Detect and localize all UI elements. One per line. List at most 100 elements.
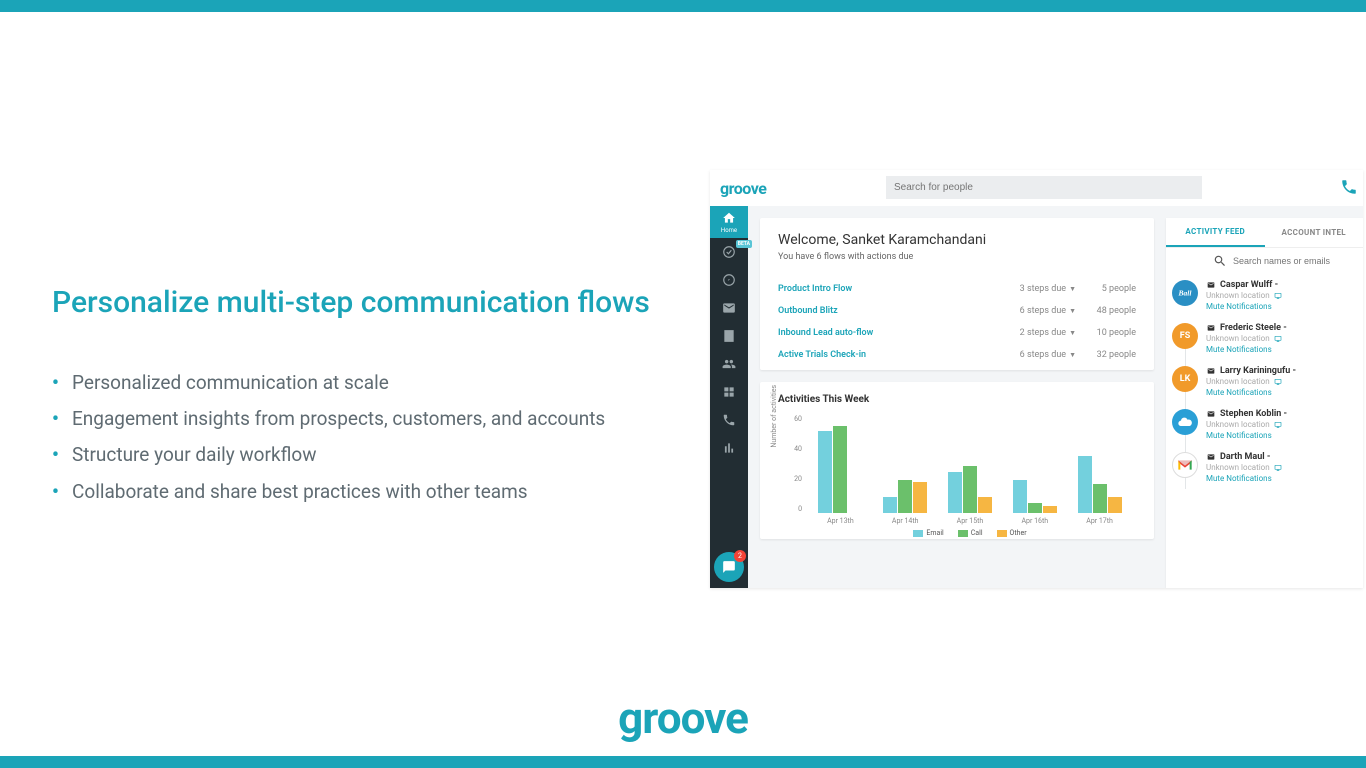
sidebar-item-accounts[interactable] [710, 322, 748, 350]
phone-icon[interactable] [1340, 178, 1358, 196]
flows-icon [722, 245, 736, 259]
legend-swatch [997, 530, 1007, 537]
feed-search-input[interactable] [1233, 256, 1353, 266]
sidebar-item-dialer[interactable] [710, 406, 748, 434]
legend-swatch [958, 530, 968, 537]
chat-button[interactable]: 2 [714, 552, 744, 582]
bar-email [818, 431, 832, 513]
flow-steps-dropdown[interactable]: 6 steps due▼ [996, 350, 1076, 360]
app-sidebar: Home BETA 2 [710, 206, 748, 588]
beta-badge: BETA [736, 240, 752, 248]
bar-email [1078, 456, 1092, 513]
slide-bottom-bar [0, 756, 1366, 768]
bar-group [945, 466, 995, 513]
tab-activity-feed[interactable]: ACTIVITY FEED [1166, 218, 1265, 247]
chart-xlabel: Apr 15th [957, 517, 984, 525]
sidebar-item-home[interactable]: Home [710, 206, 748, 238]
legend-item[interactable]: Email [913, 529, 943, 537]
flow-name[interactable]: Active Trials Check-in [778, 350, 996, 360]
sidebar-item-people[interactable] [710, 350, 748, 378]
flow-name[interactable]: Outbound Blitz [778, 306, 996, 316]
legend-swatch [913, 530, 923, 537]
feed-item[interactable]: Stephen Koblin -Unknown location Mute Not… [1166, 403, 1363, 446]
feed-name: Stephen Koblin - [1220, 409, 1287, 419]
flow-name[interactable]: Product Intro Flow [778, 284, 996, 294]
flow-steps-dropdown[interactable]: 6 steps due▼ [996, 306, 1076, 316]
avatar: FS [1172, 323, 1198, 349]
bar-group [1075, 456, 1125, 513]
slide-bullet: Collaborate and share best practices wit… [52, 475, 692, 509]
bar-other [1043, 506, 1057, 513]
bar-email [948, 472, 962, 513]
email-icon [1206, 281, 1216, 289]
feed-item[interactable]: FSFrederic Steele -Unknown locationMute … [1166, 317, 1363, 360]
legend-item[interactable]: Other [997, 529, 1027, 537]
mute-notifications-link[interactable]: Mute Notifications [1206, 388, 1355, 397]
email-icon [1206, 410, 1216, 418]
mute-notifications-link[interactable]: Mute Notifications [1206, 302, 1355, 311]
tabs: ACTIVITY FEED ACCOUNT INTEL [1166, 218, 1363, 248]
email-icon [1206, 367, 1216, 375]
activities-card: Activities This Week Number of activitie… [760, 382, 1154, 539]
feed-body: Stephen Koblin -Unknown location Mute Not… [1206, 409, 1355, 440]
feed-item[interactable]: Ball Caspar Wulff -Unknown locationMute N… [1166, 274, 1363, 317]
avatar [1172, 452, 1198, 478]
monitor-icon [1273, 335, 1283, 343]
slide-bullet: Personalized communication at scale [52, 366, 692, 400]
feed-item[interactable]: LKLarry Kariningufu -Unknown locationMut… [1166, 360, 1363, 403]
feed-location: Unknown location [1206, 420, 1270, 429]
tab-account-intel[interactable]: ACCOUNT INTEL [1265, 218, 1364, 247]
app-logo[interactable]: groove [720, 179, 766, 198]
welcome-subtitle: You have 6 flows with actions due [778, 252, 1136, 262]
chart-icon [722, 441, 736, 455]
mute-notifications-link[interactable]: Mute Notifications [1206, 474, 1355, 483]
chat-badge: 2 [734, 550, 746, 562]
svg-text:Ball: Ball [1178, 289, 1193, 298]
slide-text-block: Personalize multi-step communication flo… [52, 285, 692, 511]
app-screenshot: groove Home BETA [710, 170, 1363, 588]
flow-steps-dropdown[interactable]: 3 steps due▼ [996, 284, 1076, 294]
main-panel: Welcome, Sanket Karamchandani You have 6… [760, 218, 1154, 539]
sidebar-item-apps[interactable] [710, 378, 748, 406]
monitor-icon [1273, 292, 1283, 300]
bar-other [913, 482, 927, 513]
feed-body: Larry Kariningufu -Unknown locationMute … [1206, 366, 1355, 397]
chart-xlabel: Apr 17th [1086, 517, 1113, 525]
flow-steps-dropdown[interactable]: 2 steps due▼ [996, 328, 1076, 338]
mute-notifications-link[interactable]: Mute Notifications [1206, 431, 1355, 440]
sidebar-item-email[interactable] [710, 294, 748, 322]
search-input[interactable] [886, 176, 1202, 199]
sidebar-item-flows[interactable]: BETA [710, 238, 748, 266]
feed-item[interactable]: Darth Maul -Unknown locationMute Notific… [1166, 446, 1363, 489]
bar-group [1010, 480, 1060, 513]
chart-xlabel: Apr 16th [1021, 517, 1048, 525]
sidebar-item-analytics[interactable] [710, 434, 748, 462]
sidebar-item-explore[interactable] [710, 266, 748, 294]
app-header: groove [710, 170, 1363, 206]
slide-bullets: Personalized communication at scale Enga… [52, 366, 692, 509]
slide-bullet: Structure your daily workflow [52, 438, 692, 472]
chart-xlabel: Apr 13th [827, 517, 854, 525]
legend-label: Other [1010, 529, 1027, 537]
bar-group [880, 480, 930, 513]
flow-row: Outbound Blitz6 steps due▼48 people [778, 300, 1136, 322]
feed-location: Unknown location [1206, 291, 1270, 300]
feed-name: Larry Kariningufu - [1220, 366, 1296, 376]
flow-row: Product Intro Flow3 steps due▼5 people [778, 278, 1136, 300]
chart-ylabel: Number of activities [770, 385, 778, 448]
feed-body: Caspar Wulff -Unknown locationMute Notif… [1206, 280, 1355, 311]
slide-bullet: Engagement insights from prospects, cust… [52, 402, 692, 436]
flow-name[interactable]: Inbound Lead auto-flow [778, 328, 996, 338]
slide-heading: Personalize multi-step communication flo… [52, 285, 692, 320]
mute-notifications-link[interactable]: Mute Notifications [1206, 345, 1355, 354]
phone-icon [722, 413, 736, 427]
chevron-down-icon: ▼ [1069, 329, 1076, 337]
legend-label: Email [926, 529, 943, 537]
legend-label: Call [971, 529, 983, 537]
bar-call [833, 426, 847, 513]
legend-item[interactable]: Call [958, 529, 983, 537]
chevron-down-icon: ▼ [1069, 351, 1076, 359]
flow-row: Inbound Lead auto-flow2 steps due▼10 peo… [778, 322, 1136, 344]
flow-people: 10 people [1076, 328, 1136, 338]
bar-call [898, 480, 912, 513]
